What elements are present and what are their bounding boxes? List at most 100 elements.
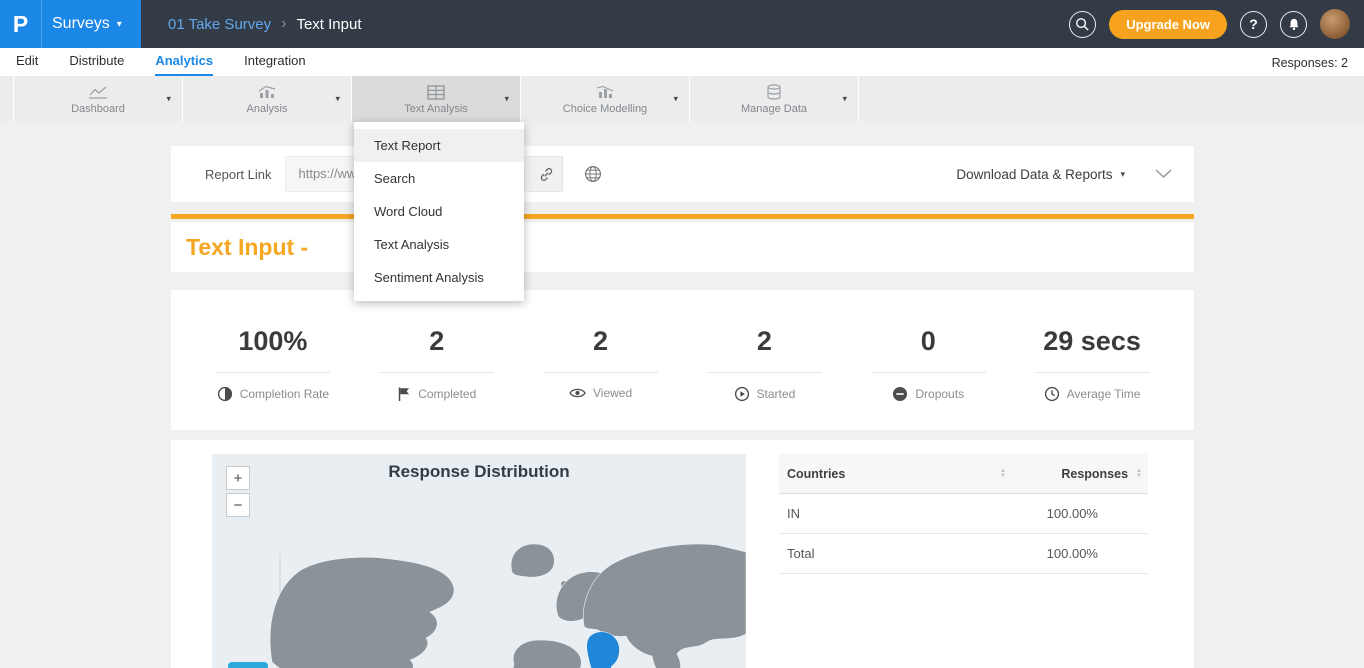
text-analysis-dropdown: Text Report Search Word Cloud Text Analy… (354, 122, 524, 301)
responses-cell: 100.00% (1024, 546, 1142, 561)
stat-started: 2 Started (682, 290, 846, 430)
stat-label: Completed (418, 387, 476, 401)
tab-label: Dashboard (71, 103, 125, 115)
stat-value: 0 (846, 326, 1010, 357)
search-button[interactable] (1069, 11, 1096, 38)
play-icon (734, 386, 750, 402)
tab-label: Manage Data (741, 103, 807, 115)
chevron-down-icon: ▾ (1120, 169, 1125, 180)
link-icon (539, 167, 554, 182)
chevron-down-icon: ▾ (673, 94, 678, 105)
menu-item-search[interactable]: Search (354, 162, 524, 195)
country-cell: Total (787, 546, 1024, 561)
stat-value: 100% (191, 326, 355, 357)
stat-value: 2 (682, 326, 846, 357)
stat-label: Dropouts (915, 387, 964, 401)
header-countries[interactable]: Countries ▲▼ (787, 467, 1024, 481)
top-bar: P Surveys ▾ 01 Take Survey › Text Input … (0, 0, 1364, 48)
divider (871, 372, 986, 373)
menu-item-sentiment-analysis[interactable]: Sentiment Analysis (354, 261, 524, 294)
app-root: P Surveys ▾ 01 Take Survey › Text Input … (0, 0, 1364, 668)
question-title: Text Input - (186, 234, 308, 261)
divider (707, 372, 822, 373)
bell-icon (1287, 17, 1301, 32)
map-zoom-controls: + − (226, 466, 250, 517)
table-icon (427, 85, 445, 100)
nav-item-distribute[interactable]: Distribute (69, 49, 124, 76)
nav-item-integration[interactable]: Integration (244, 49, 305, 76)
sort-icon: ▲▼ (1000, 469, 1006, 479)
tab-analysis[interactable]: Analysis ▾ (182, 76, 352, 122)
question-mark-icon: ? (1249, 16, 1258, 32)
survey-nav: Edit Distribute Analytics Integration Re… (0, 48, 1364, 76)
notifications-button[interactable] (1280, 11, 1307, 38)
table-header-row: Countries ▲▼ Responses ▲▼ (779, 454, 1148, 494)
eye-icon (569, 387, 586, 399)
flag-icon (397, 386, 411, 402)
chevron-down-icon: ▾ (504, 94, 509, 105)
tab-label: Text Analysis (404, 103, 468, 115)
responses-count: Responses: 2 (1272, 50, 1348, 76)
responses-cell: 100.00% (1024, 506, 1142, 521)
minus-circle-icon (892, 386, 908, 402)
topbar-actions: Upgrade Now ? (1069, 9, 1364, 39)
stat-label: Viewed (593, 386, 632, 400)
breadcrumb-current-page: Text Input (296, 16, 361, 33)
menu-item-text-report[interactable]: Text Report (354, 129, 524, 162)
download-data-reports-button[interactable]: Download Data & Reports (956, 167, 1112, 182)
tab-text-analysis[interactable]: Text Analysis ▾ (351, 76, 521, 122)
stat-dropouts: 0 Dropouts (846, 290, 1010, 430)
breadcrumb-survey-link[interactable]: 01 Take Survey (168, 16, 271, 33)
zoom-out-button[interactable]: − (226, 493, 250, 517)
globe-icon (584, 165, 602, 183)
sort-icon: ▲▼ (1136, 469, 1142, 479)
menu-item-word-cloud[interactable]: Word Cloud (354, 195, 524, 228)
nav-item-analytics[interactable]: Analytics (155, 49, 213, 76)
tab-dashboard[interactable]: Dashboard ▾ (13, 76, 183, 122)
chevron-down-icon: ▾ (842, 94, 847, 105)
chevron-down-icon: ▾ (166, 94, 171, 105)
collapse-panel-button[interactable] (1155, 169, 1172, 179)
header-responses[interactable]: Responses ▲▼ (1024, 467, 1142, 481)
stat-viewed: 2 Viewed (519, 290, 683, 430)
chevron-down-icon (1155, 169, 1172, 179)
clock-icon (1044, 386, 1060, 402)
countries-table: Countries ▲▼ Responses ▲▼ IN 100.00% Tot… (779, 454, 1148, 574)
stat-completion-rate: 100% Completion Rate (191, 290, 355, 430)
help-button[interactable]: ? (1240, 11, 1267, 38)
area-chart-icon (256, 85, 278, 100)
chevron-down-icon: ▾ (117, 19, 122, 30)
tab-manage-data[interactable]: Manage Data ▾ (689, 76, 859, 122)
stat-label: Completion Rate (240, 387, 329, 401)
continent-africa (511, 640, 581, 668)
product-switcher[interactable]: P Surveys ▾ (0, 0, 141, 48)
product-name: Surveys (52, 15, 110, 33)
map-attribution-badge[interactable] (228, 662, 268, 668)
accent-divider (171, 214, 1194, 219)
tab-label: Choice Modelling (563, 103, 647, 115)
divider (543, 372, 658, 373)
tab-label: Analysis (247, 103, 288, 115)
copy-link-button[interactable] (530, 156, 563, 192)
menu-item-text-analysis[interactable]: Text Analysis (354, 228, 524, 261)
stat-label: Started (757, 387, 796, 401)
stat-value: 2 (519, 326, 683, 357)
nav-item-edit[interactable]: Edit (16, 49, 38, 76)
upgrade-now-button[interactable]: Upgrade Now (1109, 10, 1227, 39)
response-distribution-card: Response Distribution + − (171, 440, 1194, 668)
divider (215, 372, 330, 373)
breadcrumb: 01 Take Survey › Text Input (168, 15, 362, 33)
report-link-bar: Report Link https://ww Download Data & R… (171, 146, 1194, 202)
zoom-in-button[interactable]: + (226, 466, 250, 490)
country-cell: IN (787, 506, 1024, 521)
user-avatar[interactable] (1320, 9, 1350, 39)
response-map[interactable]: Response Distribution + − (212, 454, 746, 668)
search-icon (1075, 17, 1090, 32)
tab-choice-modelling[interactable]: Choice Modelling ▾ (520, 76, 690, 122)
divider (1035, 372, 1150, 373)
breadcrumb-separator-icon: › (281, 15, 286, 33)
language-button[interactable] (584, 165, 602, 183)
stat-label: Average Time (1067, 387, 1141, 401)
table-row-total: Total 100.00% (779, 534, 1148, 574)
database-icon (766, 84, 782, 100)
